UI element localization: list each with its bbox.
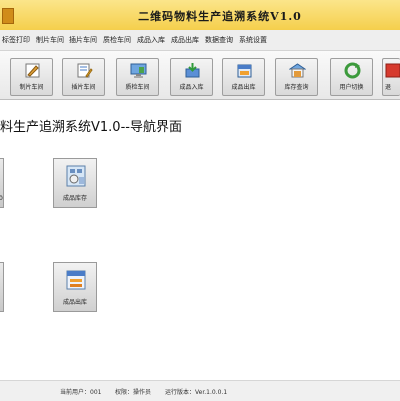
inventory-icon (66, 165, 86, 187)
toolbar-button-switch-user[interactable]: 用户切换 (330, 58, 373, 96)
menu-item-insert-workshop[interactable]: 插片车间 (69, 35, 97, 45)
warehouse-icon (289, 63, 306, 78)
status-bar: 当前用户：001 权限：操作员 运行版本：Ver.1.0.0.1 (0, 380, 400, 401)
clipped-nav-tile[interactable] (0, 262, 4, 312)
toolbar-button-chip-workshop[interactable]: 制片车间 (10, 58, 53, 96)
menu-bar: 标签打印 制片车间 插片车间 质检车间 成品入库 成品出库 数据查询 系统设置 (0, 30, 400, 51)
page-title: 料生产追溯系统V1.0--导航界面 (0, 120, 182, 135)
toolbar-button-label: 成品入库 (179, 84, 204, 91)
menu-item-label-print[interactable]: 标签打印 (2, 35, 30, 45)
clipped-tile-label: 0 (0, 195, 3, 202)
status-current-user: 当前用户：001 (60, 389, 102, 396)
menu-item-inbound[interactable]: 成品入库 (137, 35, 165, 45)
title-bar: 二维码物料生产追溯系统V1.0 (0, 0, 400, 31)
status-permission: 权限：操作员 (115, 389, 152, 396)
menu-item-system-settings[interactable]: 系统设置 (239, 35, 267, 45)
toolbar-button-label: 制片车间 (19, 84, 44, 91)
toolbar-button-label: 库存查询 (284, 84, 309, 91)
toolbar-button-inventory-query[interactable]: 库存查询 (275, 58, 318, 96)
pencil-note-icon (25, 63, 40, 78)
toolbar-button-insert-workshop[interactable]: 插片车间 (62, 58, 105, 96)
toolbar-button-label: 插片车间 (71, 84, 96, 91)
menu-item-data-query[interactable]: 数据查询 (205, 35, 233, 45)
document-edit-icon (77, 63, 93, 78)
toolbar-button-inbound[interactable]: 成品入库 (170, 58, 213, 96)
monitor-icon (130, 63, 147, 78)
toolbar-button-label: 质检车间 (125, 84, 150, 91)
menu-item-qc-workshop[interactable]: 质检车间 (103, 35, 131, 45)
nav-tile-label: 成品出库 (62, 299, 87, 306)
inbound-box-icon (185, 63, 200, 78)
toolbar-button-label: 用户切换 (339, 84, 364, 91)
toolbar-button-label: 成品出库 (231, 84, 256, 91)
menu-item-outbound[interactable]: 成品出库 (171, 35, 199, 45)
exit-icon (385, 63, 400, 78)
toolbar-button-exit[interactable]: 退 (382, 58, 400, 96)
toolbar-button-outbound[interactable]: 成品出库 (222, 58, 265, 96)
nav-tile-inventory[interactable]: 成品库存 (53, 158, 97, 208)
clipped-nav-tile[interactable]: 0 (0, 158, 4, 208)
status-version: 运行版本：Ver.1.0.0.1 (165, 389, 228, 396)
menu-item-chip-workshop[interactable]: 制片车间 (36, 35, 64, 45)
window-title: 二维码物料生产追溯系统V1.0 (138, 10, 302, 23)
refresh-icon (344, 62, 361, 79)
toolbar-button-qc-workshop[interactable]: 质检车间 (116, 58, 159, 96)
toolbar-button-label: 退 (385, 84, 392, 91)
nav-tile-label: 成品库存 (62, 195, 87, 202)
outbound-box-icon (237, 64, 252, 78)
nav-tile-outbound[interactable]: 成品出库 (53, 262, 97, 312)
toolbar: 制片车间 插片车间 质检车间 成品入库 成品出库 库存查询 用户切换 退 (0, 51, 400, 100)
outbound-icon (66, 270, 86, 290)
